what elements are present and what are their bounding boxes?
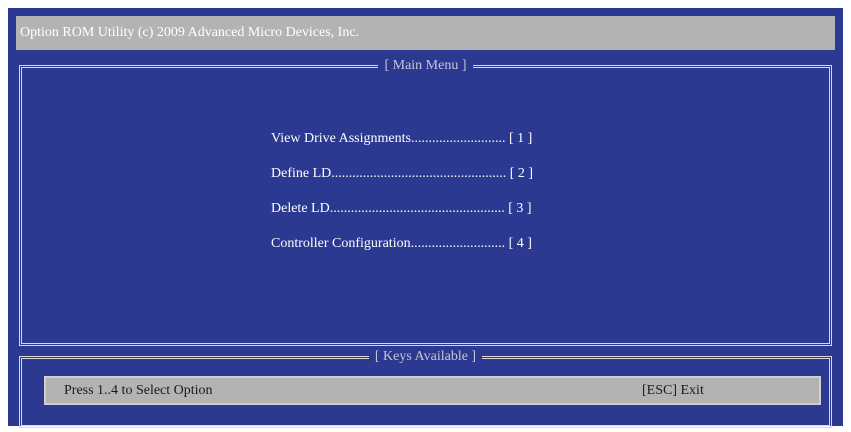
bios-screen: Option ROM Utility (c) 2009 Advanced Mic… (8, 8, 843, 428)
keys-hint-bar: Press 1..4 to Select Option [ESC] Exit (44, 376, 821, 405)
esc-exit-hint[interactable]: [ESC] Exit (642, 378, 704, 403)
menu-item-leader: ........................................… (329, 201, 505, 216)
menu-item-key: [ 4 ] (508, 236, 532, 251)
menu-item-leader: ........................... (410, 236, 506, 251)
main-menu-list: View Drive Assignments..................… (271, 130, 591, 270)
utility-title-bar: Option ROM Utility (c) 2009 Advanced Mic… (16, 16, 835, 50)
menu-item-leader: ........................................… (331, 166, 507, 181)
menu-item-label: Define LD (271, 166, 332, 181)
main-menu-title-row: [ Main Menu ] (22, 58, 829, 74)
main-menu-title: [ Main Menu ] (378, 58, 473, 73)
menu-item-key: [ 1 ] (508, 131, 533, 146)
menu-item-label: Delete LD (271, 201, 330, 216)
keys-available-title-row: [ Keys Available ] (22, 349, 829, 365)
keys-available-title: [ Keys Available ] (368, 349, 483, 364)
menu-item-leader: ........................... (410, 131, 506, 146)
select-option-hint: Press 1..4 to Select Option (64, 383, 213, 398)
menu-item-define-ld[interactable]: Define LD...............................… (271, 165, 591, 200)
menu-item-key: [ 3 ] (508, 201, 532, 216)
menu-item-label: View Drive Assignments (271, 131, 411, 146)
main-menu-panel: [ Main Menu ] View Drive Assignments....… (19, 58, 832, 346)
keys-available-panel: [ Keys Available ] Press 1..4 to Select … (19, 349, 832, 428)
menu-item-view-drive-assignments[interactable]: View Drive Assignments..................… (271, 130, 591, 165)
menu-item-key: [ 2 ] (509, 166, 534, 181)
menu-item-delete-ld[interactable]: Delete LD...............................… (271, 200, 591, 235)
menu-item-label: Controller Configuration (271, 236, 411, 251)
menu-item-controller-configuration[interactable]: Controller Configuration................… (271, 235, 591, 270)
